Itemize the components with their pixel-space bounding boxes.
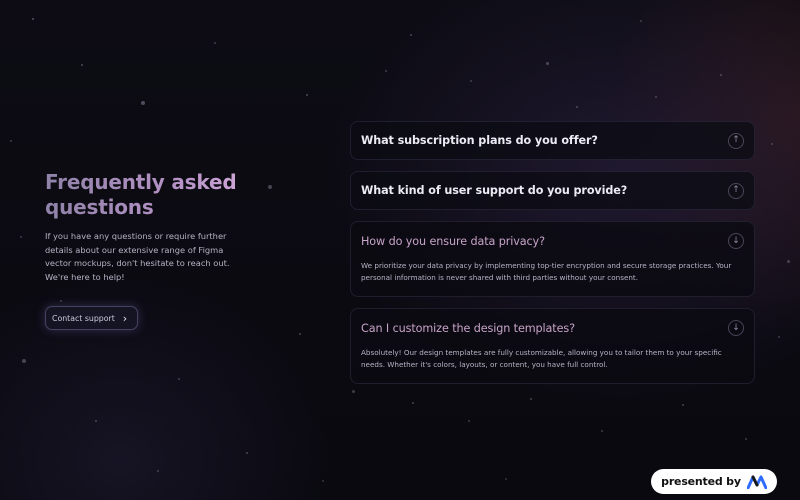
faq-item-expanded: How do you ensure data privacy? ↓ We pri…: [350, 221, 755, 297]
brand-logo-icon: [746, 475, 767, 489]
faq-question: What kind of user support do you provide…: [361, 184, 628, 197]
contact-support-button[interactable]: Contact support ›: [45, 306, 139, 330]
arrow-up-circle-icon[interactable]: ↑: [728, 132, 744, 149]
arrow-down-circle-icon[interactable]: ↓: [728, 320, 744, 336]
faq-item-expanded: Can I customize the design templates? ↓ …: [350, 308, 755, 384]
faq-item: What subscription plans do you offer? ↑: [350, 121, 755, 160]
faq-list: What subscription plans do you offer? ↑ …: [350, 121, 755, 395]
presented-by-label: presented by: [661, 475, 741, 488]
faq-question: Can I customize the design templates?: [361, 321, 575, 335]
faq-question-row[interactable]: How do you ensure data privacy? ↓: [351, 222, 754, 260]
page-title: Frequently asked questions: [45, 170, 245, 220]
arrow-up-circle-icon[interactable]: ↑: [728, 182, 744, 199]
faq-question-row[interactable]: What subscription plans do you offer? ↑: [351, 122, 754, 159]
intro-text: If you have any questions or require fur…: [45, 231, 230, 282]
contact-support-label: Contact support: [52, 313, 115, 323]
faq-item: What kind of user support do you provide…: [350, 171, 755, 210]
faq-question: How do you ensure data privacy?: [361, 234, 545, 248]
faq-question-row[interactable]: What kind of user support do you provide…: [351, 172, 754, 209]
faq-answer: Absolutely! Our design templates are ful…: [361, 348, 722, 369]
chevron-right-icon: ›: [122, 311, 128, 325]
faq-question-row[interactable]: Can I customize the design templates? ↓: [351, 309, 754, 347]
faq-answer: We prioritize your data privacy by imple…: [361, 261, 732, 282]
faq-page: Frequently asked questions If you have a…: [0, 0, 800, 500]
faq-intro-section: Frequently asked questions If you have a…: [45, 170, 265, 330]
faq-question: What subscription plans do you offer?: [361, 134, 598, 147]
presented-by-badge[interactable]: presented by: [651, 469, 777, 494]
arrow-down-circle-icon[interactable]: ↓: [728, 233, 744, 249]
